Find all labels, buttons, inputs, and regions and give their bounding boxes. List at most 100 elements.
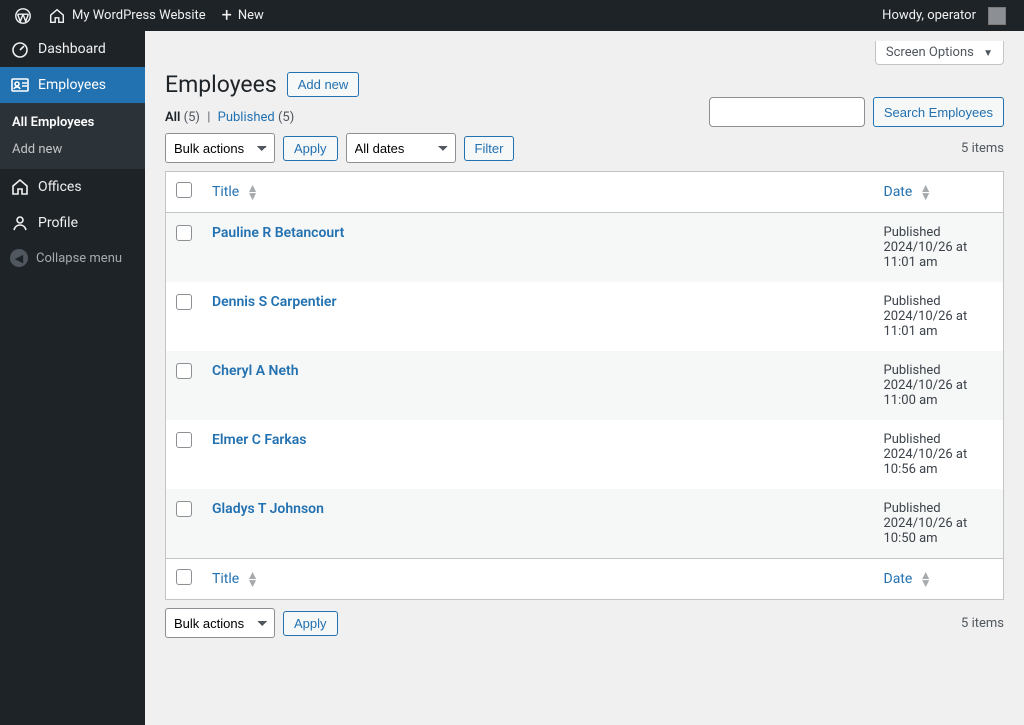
- row-checkbox[interactable]: [176, 501, 192, 517]
- row-checkbox[interactable]: [176, 294, 192, 310]
- sidebar-subitem-all-employees[interactable]: All Employees: [0, 109, 145, 136]
- home-icon: [10, 177, 30, 197]
- row-checkbox[interactable]: [176, 225, 192, 241]
- row-status: Published: [884, 432, 994, 447]
- main-content: Screen Options ▼ Employees Add new All (…: [145, 31, 1024, 725]
- row-title-link[interactable]: Dennis S Carpentier: [212, 294, 336, 310]
- sidebar-item-dashboard[interactable]: Dashboard: [0, 31, 145, 67]
- table-row: Pauline R Betancourt Published2024/10/26 …: [166, 213, 1004, 283]
- row-datetime: 2024/10/26 at 10:56 am: [884, 447, 968, 477]
- filter-all-count: (5): [184, 110, 200, 125]
- sidebar-submenu-employees: All Employees Add new: [0, 103, 145, 169]
- employees-table: Title ▲▼ Date ▲▼ Pauline R Betancourt Pub…: [165, 171, 1004, 600]
- search-button[interactable]: Search Employees: [873, 97, 1004, 127]
- filter-published-link[interactable]: Published: [218, 110, 275, 125]
- collapse-menu[interactable]: ◀ Collapse menu: [0, 241, 145, 275]
- user-icon: [10, 213, 30, 233]
- select-all-checkbox-bottom[interactable]: [176, 569, 192, 585]
- select-all-checkbox-top[interactable]: [176, 182, 192, 198]
- date-filter-select[interactable]: All dates: [346, 133, 456, 163]
- bulk-actions-select-top[interactable]: Bulk actions: [165, 133, 275, 163]
- row-title-cell: Pauline R Betancourt: [202, 213, 874, 283]
- tablenav-bottom: Bulk actions Apply 5 items: [165, 608, 1004, 638]
- collapse-label: Collapse menu: [36, 251, 122, 266]
- plus-icon: +: [222, 7, 232, 25]
- admin-sidebar: Dashboard Employees All Employees Add ne…: [0, 31, 145, 725]
- row-datetime: 2024/10/26 at 10:50 am: [884, 516, 968, 546]
- column-date-header[interactable]: Date ▲▼: [874, 172, 1004, 213]
- row-status: Published: [884, 363, 994, 378]
- tablenav-bottom-left: Bulk actions Apply: [165, 608, 338, 638]
- row-date-cell: Published2024/10/26 at 11:01 am: [874, 282, 1004, 351]
- row-check-cell: [166, 351, 203, 420]
- row-date-cell: Published2024/10/26 at 11:00 am: [874, 351, 1004, 420]
- column-date-label: Date: [884, 184, 913, 200]
- bulk-actions-select-bottom[interactable]: Bulk actions: [165, 608, 275, 638]
- sort-icon: ▲▼: [920, 571, 932, 587]
- row-datetime: 2024/10/26 at 11:01 am: [884, 309, 968, 339]
- wordpress-icon: [14, 7, 32, 25]
- row-title-link[interactable]: Cheryl A Neth: [212, 363, 299, 379]
- sidebar-item-offices[interactable]: Offices: [0, 169, 145, 205]
- row-check-cell: [166, 420, 203, 489]
- row-status: Published: [884, 294, 994, 309]
- dashboard-icon: [10, 39, 30, 59]
- row-date-cell: Published2024/10/26 at 10:50 am: [874, 489, 1004, 559]
- row-date-cell: Published2024/10/26 at 10:56 am: [874, 420, 1004, 489]
- row-title-cell: Gladys T Johnson: [202, 489, 874, 559]
- page-heading: Employees Add new: [165, 65, 1004, 98]
- row-check-cell: [166, 489, 203, 559]
- row-title-cell: Dennis S Carpentier: [202, 282, 874, 351]
- sidebar-item-employees[interactable]: Employees: [0, 67, 145, 103]
- tablenav-top-left: Bulk actions Apply All dates Filter: [165, 133, 514, 163]
- sidebar-subitem-add-new[interactable]: Add new: [0, 136, 145, 163]
- wp-logo[interactable]: [6, 0, 40, 31]
- admin-bar: My WordPress Website + New Howdy, operat…: [0, 0, 1024, 31]
- column-date-label: Date: [884, 571, 913, 587]
- account-menu[interactable]: Howdy, operator: [874, 0, 1014, 31]
- row-checkbox[interactable]: [176, 363, 192, 379]
- collapse-icon: ◀: [10, 249, 28, 267]
- page-title: Employees: [165, 71, 277, 98]
- filter-all[interactable]: All (5): [165, 110, 203, 125]
- screen-options-toggle[interactable]: Screen Options ▼: [875, 41, 1004, 65]
- column-title-footer[interactable]: Title ▲▼: [202, 559, 874, 600]
- column-date-footer[interactable]: Date ▲▼: [874, 559, 1004, 600]
- filter-published[interactable]: Published (5): [218, 110, 295, 125]
- row-checkbox[interactable]: [176, 432, 192, 448]
- site-link[interactable]: My WordPress Website: [40, 0, 214, 31]
- row-title-link[interactable]: Gladys T Johnson: [212, 501, 324, 517]
- select-all-header-bottom: [166, 559, 203, 600]
- row-title-link[interactable]: Elmer C Farkas: [212, 432, 307, 448]
- column-title-header[interactable]: Title ▲▼: [202, 172, 874, 213]
- sidebar-item-profile[interactable]: Profile: [0, 205, 145, 241]
- column-title-label: Title: [212, 571, 239, 587]
- apply-button-top[interactable]: Apply: [283, 136, 338, 161]
- new-content[interactable]: + New: [214, 0, 272, 31]
- admin-bar-left: My WordPress Website + New: [6, 0, 272, 31]
- column-title-label: Title: [212, 184, 239, 200]
- admin-bar-right: Howdy, operator: [874, 0, 1014, 31]
- filter-button[interactable]: Filter: [464, 136, 515, 161]
- apply-button-bottom[interactable]: Apply: [283, 611, 338, 636]
- search-input[interactable]: [709, 97, 865, 127]
- row-datetime: 2024/10/26 at 11:00 am: [884, 378, 968, 408]
- add-new-button[interactable]: Add new: [287, 72, 360, 97]
- row-date-cell: Published2024/10/26 at 11:01 am: [874, 213, 1004, 283]
- site-name: My WordPress Website: [72, 8, 206, 23]
- sort-icon: ▲▼: [247, 184, 259, 200]
- row-title-cell: Elmer C Farkas: [202, 420, 874, 489]
- items-count-bottom: 5 items: [961, 616, 1004, 631]
- row-title-link[interactable]: Pauline R Betancourt: [212, 225, 344, 241]
- table-row: Gladys T Johnson Published2024/10/26 at 1…: [166, 489, 1004, 559]
- sort-icon: ▲▼: [247, 571, 259, 587]
- filter-published-count: (5): [278, 110, 294, 125]
- screen-options-label: Screen Options: [886, 45, 974, 60]
- table-row: Cheryl A Neth Published2024/10/26 at 11:0…: [166, 351, 1004, 420]
- row-status: Published: [884, 225, 994, 240]
- sidebar-item-label: Employees: [38, 77, 106, 93]
- search-box: Search Employees: [709, 97, 1004, 127]
- id-card-icon: [10, 75, 30, 95]
- filter-all-link[interactable]: All: [165, 110, 180, 125]
- table-row: Dennis S Carpentier Published2024/10/26 a…: [166, 282, 1004, 351]
